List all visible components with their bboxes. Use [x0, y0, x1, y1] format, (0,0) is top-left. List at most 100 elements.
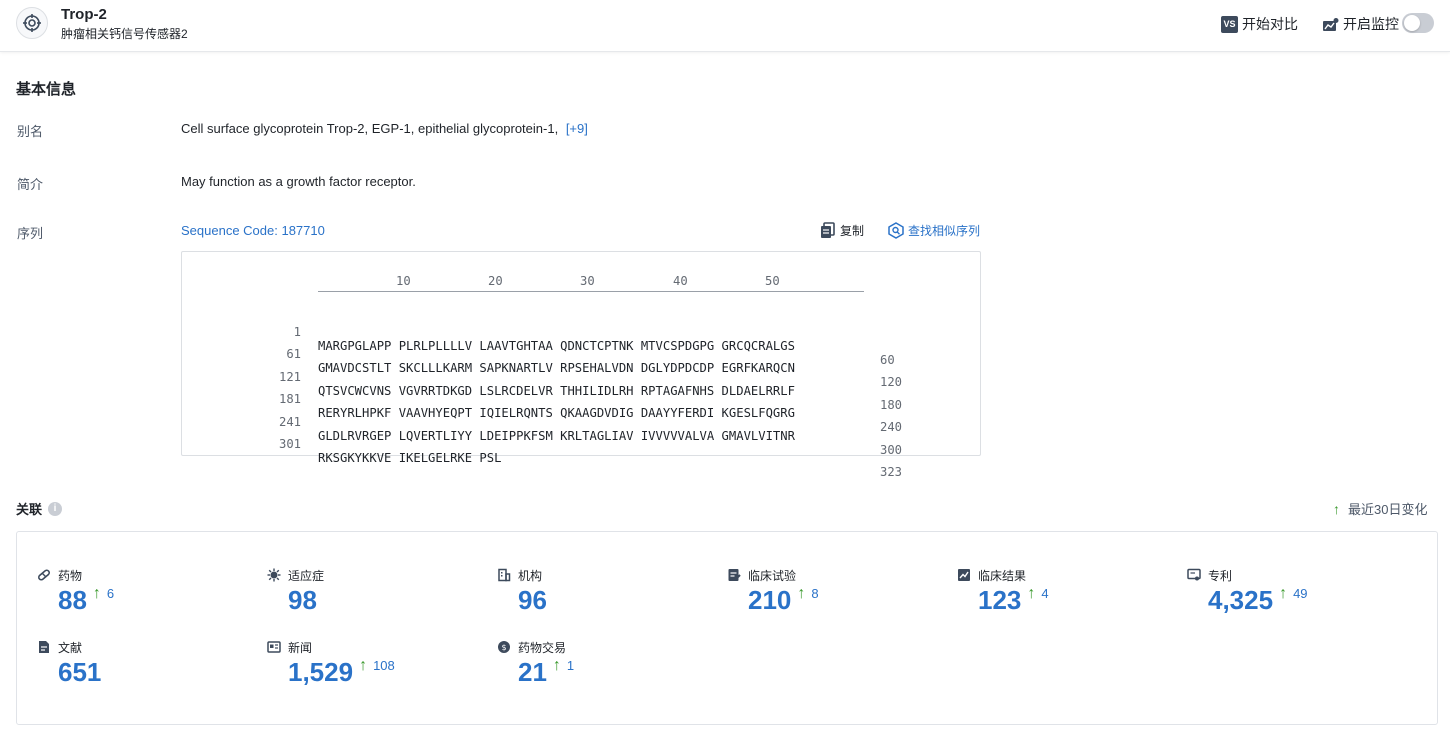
row-residues: RKSGKYKKVE IKELGELRKE PSL — [318, 451, 502, 465]
relations-title: 关联 i — [16, 499, 63, 518]
stat-delta-value: 1 — [566, 658, 575, 673]
stat-drug-deals[interactable]: $ 药物交易 21 ↑ 1 — [497, 639, 574, 687]
copy-button[interactable]: 复制 — [820, 222, 864, 239]
alias-label: 别名 — [17, 124, 44, 139]
alias-more-link[interactable]: [+9] — [566, 121, 588, 136]
stat-value-row: 4,325 ↑ 49 — [1208, 585, 1308, 616]
stat-organizations[interactable]: 机构 96 — [497, 567, 547, 615]
intro-value: May function as a growth factor receptor… — [181, 174, 416, 189]
ruler-tick: 40 — [673, 274, 688, 288]
building-icon — [497, 568, 511, 582]
stat-value-row: 21 ↑ 1 — [518, 657, 574, 688]
svg-text:$: $ — [501, 643, 506, 652]
stat-label-row: 临床试验 — [727, 567, 796, 583]
arrow-up-icon: ↑ — [92, 585, 101, 602]
stat-label: 药物交易 — [518, 640, 567, 655]
stat-value-row: 88 ↑ 6 — [58, 585, 114, 616]
stat-label: 文献 — [58, 640, 83, 655]
recent-change-label: 最近30日变化 — [1348, 502, 1428, 517]
stat-patents[interactable]: 专利 4,325 ↑ 49 — [1187, 567, 1308, 615]
arrow-up-icon: ↑ — [359, 657, 368, 674]
monitor-button[interactable]: 开启监控 — [1322, 14, 1399, 34]
stat-label: 新闻 — [288, 640, 313, 655]
recent-change-legend: ↑ 最近30日变化 — [1333, 499, 1427, 518]
target-icon — [16, 7, 48, 39]
stat-value-row: 1,529 ↑ 108 — [288, 657, 395, 688]
arrow-up-icon: ↑ — [1027, 585, 1036, 602]
stat-delta-value: 108 — [373, 658, 395, 673]
sequence-row: 121 QTSVCWCVNS VGVRRTDKGD LSLRCDELVR THH… — [182, 356, 980, 412]
info-icon[interactable]: i — [48, 501, 63, 516]
find-similar-button[interactable]: 查找相似序列 — [888, 222, 980, 239]
sequence-row: 61 GMAVDCSTLT SKCLLLKARM SAPKNARTLV RPSE… — [182, 333, 980, 389]
stat-label-row: 文献 — [37, 639, 82, 655]
copy-icon — [820, 222, 835, 239]
stat-value: 96 — [518, 585, 547, 615]
stat-delta: ↑ 8 — [797, 585, 818, 603]
alias-text: Cell surface glycoprotein Trop-2, EGP-1,… — [181, 121, 559, 136]
stat-literature[interactable]: 文献 651 — [37, 639, 101, 687]
ruler-tick: 10 — [396, 274, 411, 288]
row-start: 301 — [278, 437, 301, 451]
stat-delta: ↑ 108 — [359, 657, 395, 675]
find-similar-label: 查找相似序列 — [908, 224, 981, 238]
stat-value: 98 — [288, 585, 317, 615]
stat-label: 专利 — [1208, 568, 1233, 583]
stat-label-row: 适应症 — [267, 567, 324, 583]
arrow-up-icon: ↑ — [552, 657, 561, 674]
ruler-tick: 30 — [580, 274, 595, 288]
stat-value: 210 — [748, 585, 792, 615]
page-title: Trop-2 — [61, 6, 107, 23]
stat-drugs[interactable]: 药物 88 ↑ 6 — [37, 567, 114, 615]
sequence-code-link[interactable]: Sequence Code: 187710 — [181, 223, 325, 238]
sequence-label: 序列 — [17, 226, 44, 241]
stat-delta: ↑ 1 — [553, 657, 574, 675]
sequence-row: 241 GLDLRVRGEP LQVERTLIYY LDEIPPKFSM KRL… — [182, 401, 980, 457]
compare-label: 开始对比 — [1242, 16, 1298, 32]
toggle-knob — [1404, 15, 1420, 31]
patent-icon — [1187, 568, 1201, 582]
find-similar-icon — [888, 222, 904, 239]
arrow-up-icon: ↑ — [797, 585, 806, 602]
relations-card: 药物 88 ↑ 6 适应症 98 机构 96 临床试验 210 ↑ 8 临床结果… — [16, 531, 1438, 725]
stat-value-row: 123 ↑ 4 — [978, 585, 1049, 616]
stat-label: 临床结果 — [978, 568, 1027, 583]
relations-title-text: 关联 — [16, 502, 43, 517]
basic-info-title: 基本信息 — [16, 81, 77, 98]
virus-icon — [267, 568, 281, 582]
stat-value-row: 210 ↑ 8 — [748, 585, 819, 616]
stat-label: 临床试验 — [748, 568, 797, 583]
stat-label-row: 新闻 — [267, 639, 312, 655]
stat-clinical-trials[interactable]: 临床试验 210 ↑ 8 — [727, 567, 819, 615]
ruler-tick: 50 — [765, 274, 780, 288]
stat-label-row: 临床结果 — [957, 567, 1026, 583]
stat-label-row: 机构 — [497, 567, 542, 583]
sequence-row: 1 MARGPGLAPP PLRLPLLLLV LAAVTGHTAA QDNCT… — [182, 311, 980, 367]
stat-value-row: 651 — [58, 657, 101, 688]
sequence-row: 181 RERYRLHPKF VAAVHYEQPT IQIELRQNTS QKA… — [182, 378, 980, 434]
stat-clinical-results[interactable]: 临床结果 123 ↑ 4 — [957, 567, 1049, 615]
stat-label-row: $ 药物交易 — [497, 639, 566, 655]
stat-label-row: 药物 — [37, 567, 82, 583]
stat-delta: ↑ 4 — [1027, 585, 1048, 603]
intro-label: 简介 — [17, 177, 44, 192]
stat-value: 1,529 — [288, 657, 354, 687]
monitor-toggle[interactable] — [1402, 13, 1434, 33]
row-end: 323 — [880, 465, 903, 479]
stat-indications[interactable]: 适应症 98 — [267, 567, 324, 615]
pill-icon — [37, 568, 51, 582]
page-subtitle: 肿瘤相关钙信号传感器2 — [61, 27, 188, 41]
stat-news[interactable]: 新闻 1,529 ↑ 108 — [267, 639, 395, 687]
ruler-tick: 20 — [488, 274, 503, 288]
compare-button[interactable]: VS 开始对比 — [1221, 14, 1298, 34]
stat-value: 651 — [58, 657, 102, 687]
stat-value: 88 — [58, 585, 87, 615]
deal-icon: $ — [497, 640, 511, 654]
stat-value-row: 96 — [518, 585, 547, 616]
page-header: Trop-2 肿瘤相关钙信号传感器2 VS 开始对比 开启监控 — [0, 0, 1450, 52]
stat-value: 123 — [978, 585, 1022, 615]
stat-value: 4,325 — [1208, 585, 1274, 615]
copy-label: 复制 — [840, 224, 865, 238]
stat-delta-value: 8 — [811, 586, 819, 601]
clipboard-icon — [727, 568, 741, 582]
